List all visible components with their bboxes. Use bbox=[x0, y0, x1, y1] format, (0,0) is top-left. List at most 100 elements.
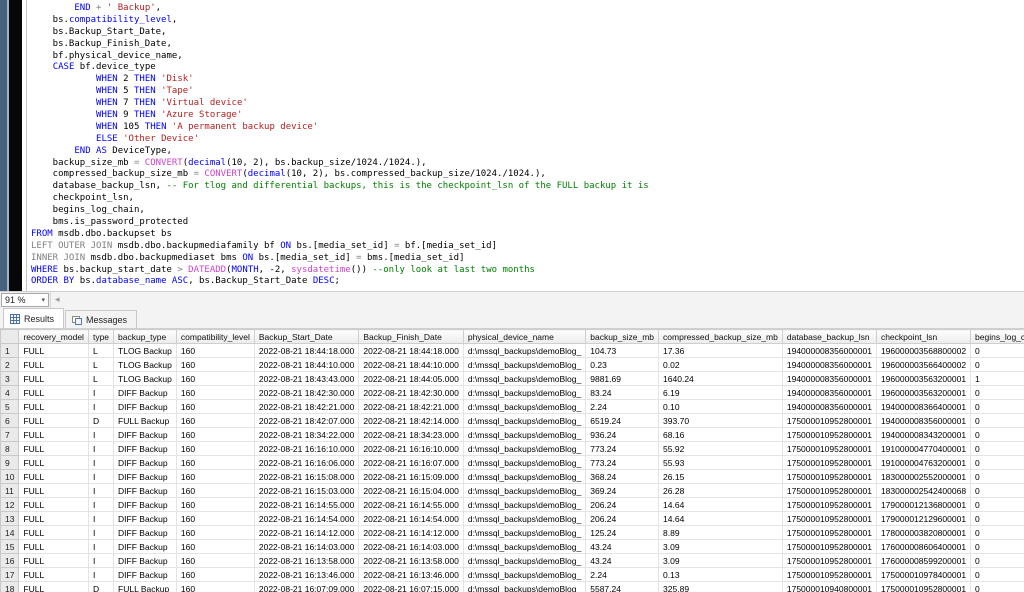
grid-cell[interactable]: 0 bbox=[971, 498, 1024, 512]
grid-cell[interactable]: 2022-08-21 16:14:03.000 bbox=[359, 540, 463, 554]
grid-cell[interactable]: 104.73 bbox=[586, 344, 659, 358]
grid-cell[interactable]: 206.24 bbox=[586, 498, 659, 512]
column-header-database_backup_lsn[interactable]: database_backup_lsn bbox=[782, 330, 876, 344]
grid-cell[interactable]: d:\mssql_backups\demoBlog_ bbox=[463, 414, 585, 428]
tab-results[interactable]: Results bbox=[3, 308, 64, 328]
grid-cell[interactable]: TLOG Backup bbox=[114, 372, 177, 386]
grid-cell[interactable]: 196000003566400002 bbox=[876, 358, 970, 372]
grid-cell[interactable]: d:\mssql_backups\demoBlog_ bbox=[463, 386, 585, 400]
column-header-compressed_backup_size_mb[interactable]: compressed_backup_size_mb bbox=[659, 330, 783, 344]
grid-cell[interactable]: DIFF Backup bbox=[114, 386, 177, 400]
grid-cell[interactable]: 393.70 bbox=[659, 414, 783, 428]
row-number[interactable]: 17 bbox=[1, 568, 19, 582]
grid-cell[interactable]: 26.15 bbox=[659, 470, 783, 484]
grid-cell[interactable]: 0 bbox=[971, 582, 1024, 592]
grid-cell[interactable]: 43.24 bbox=[586, 554, 659, 568]
grid-cell[interactable]: 194000008366400001 bbox=[876, 400, 970, 414]
grid-cell[interactable]: DIFF Backup bbox=[114, 498, 177, 512]
grid-cell[interactable]: FULL bbox=[19, 526, 88, 540]
column-header-backup_size_mb[interactable]: backup_size_mb bbox=[586, 330, 659, 344]
grid-cell[interactable]: 175000010952800001 bbox=[782, 442, 876, 456]
grid-cell[interactable]: 160 bbox=[176, 470, 254, 484]
grid-cell[interactable]: 2022-08-21 18:44:10.000 bbox=[359, 358, 463, 372]
grid-cell[interactable]: 175000010952800001 bbox=[782, 512, 876, 526]
grid-cell[interactable]: 325.89 bbox=[659, 582, 783, 592]
grid-cell[interactable]: DIFF Backup bbox=[114, 442, 177, 456]
grid-cell[interactable]: DIFF Backup bbox=[114, 540, 177, 554]
grid-cell[interactable]: d:\mssql_backups\demoBlog_ bbox=[463, 442, 585, 456]
grid-cell[interactable]: FULL Backup bbox=[114, 414, 177, 428]
grid-cell[interactable]: 175000010952800001 bbox=[782, 554, 876, 568]
grid-cell[interactable]: L bbox=[88, 372, 113, 386]
grid-cell[interactable]: I bbox=[88, 498, 113, 512]
row-number[interactable]: 14 bbox=[1, 526, 19, 540]
grid-cell[interactable]: 160 bbox=[176, 568, 254, 582]
grid-cell[interactable]: 0.23 bbox=[586, 358, 659, 372]
grid-cell[interactable]: 2022-08-21 16:07:15.000 bbox=[359, 582, 463, 592]
grid-cell[interactable]: 191000004770400001 bbox=[876, 442, 970, 456]
grid-cell[interactable]: FULL bbox=[19, 442, 88, 456]
grid-cell[interactable]: 2022-08-21 18:42:14.000 bbox=[359, 414, 463, 428]
column-header-begins_log_chain[interactable]: begins_log_chain bbox=[971, 330, 1024, 344]
grid-cell[interactable]: d:\mssql_backups\demoBlog_ bbox=[463, 498, 585, 512]
grid-cell[interactable]: 2022-08-21 16:15:04.000 bbox=[359, 484, 463, 498]
grid-cell[interactable]: 160 bbox=[176, 372, 254, 386]
grid-cell[interactable]: 2022-08-21 16:14:55.000 bbox=[254, 498, 358, 512]
grid-cell[interactable]: TLOG Backup bbox=[114, 358, 177, 372]
grid-cell[interactable]: FULL bbox=[19, 414, 88, 428]
grid-cell[interactable]: 0 bbox=[971, 400, 1024, 414]
grid-cell[interactable]: d:\mssql_backups\demoBlog_ bbox=[463, 470, 585, 484]
grid-cell[interactable]: 2022-08-21 16:14:12.000 bbox=[359, 526, 463, 540]
grid-cell[interactable]: 160 bbox=[176, 414, 254, 428]
grid-cell[interactable]: FULL bbox=[19, 512, 88, 526]
grid-cell[interactable]: 6.19 bbox=[659, 386, 783, 400]
row-number[interactable]: 9 bbox=[1, 456, 19, 470]
grid-cell[interactable]: DIFF Backup bbox=[114, 526, 177, 540]
grid-cell[interactable]: FULL Backup bbox=[114, 582, 177, 592]
query-editor-pane[interactable]: END + ' Backup', bs.compatibility_level,… bbox=[0, 0, 1024, 291]
grid-cell[interactable]: FULL bbox=[19, 498, 88, 512]
grid-cell[interactable]: I bbox=[88, 526, 113, 540]
grid-cell[interactable]: D bbox=[88, 582, 113, 592]
grid-cell[interactable]: 206.24 bbox=[586, 512, 659, 526]
grid-cell[interactable]: 176000008599200001 bbox=[876, 554, 970, 568]
grid-cell[interactable]: d:\mssql_backups\demoBlog_ bbox=[463, 554, 585, 568]
grid-cell[interactable]: DIFF Backup bbox=[114, 470, 177, 484]
grid-cell[interactable]: 160 bbox=[176, 344, 254, 358]
grid-cell[interactable]: 175000010952800001 bbox=[782, 498, 876, 512]
grid-cell[interactable]: 160 bbox=[176, 540, 254, 554]
grid-cell[interactable]: TLOG Backup bbox=[114, 344, 177, 358]
grid-cell[interactable]: d:\mssql_backups\demoBlog_ bbox=[463, 484, 585, 498]
grid-cell[interactable]: 175000010952800001 bbox=[782, 428, 876, 442]
grid-cell[interactable]: DIFF Backup bbox=[114, 484, 177, 498]
grid-cell[interactable]: 160 bbox=[176, 428, 254, 442]
grid-cell[interactable]: 3.09 bbox=[659, 540, 783, 554]
grid-cell[interactable]: 194000008356000001 bbox=[782, 358, 876, 372]
grid-cell[interactable]: 2022-08-21 16:16:10.000 bbox=[359, 442, 463, 456]
grid-cell[interactable]: DIFF Backup bbox=[114, 428, 177, 442]
grid-cell[interactable]: 17.36 bbox=[659, 344, 783, 358]
grid-cell[interactable]: FULL bbox=[19, 540, 88, 554]
grid-cell[interactable]: 773.24 bbox=[586, 456, 659, 470]
grid-cell[interactable]: I bbox=[88, 470, 113, 484]
editor-zoom-select[interactable]: 91 % ▾ bbox=[1, 293, 49, 307]
grid-cell[interactable]: FULL bbox=[19, 470, 88, 484]
row-number[interactable]: 7 bbox=[1, 428, 19, 442]
grid-cell[interactable]: 0 bbox=[971, 414, 1024, 428]
grid-cell[interactable]: 43.24 bbox=[586, 540, 659, 554]
row-number[interactable]: 5 bbox=[1, 400, 19, 414]
grid-cell[interactable]: 175000010952800001 bbox=[782, 470, 876, 484]
grid-cell[interactable]: 175000010952800001 bbox=[782, 456, 876, 470]
grid-cell[interactable]: d:\mssql_backups\demoBlog_ bbox=[463, 582, 585, 592]
grid-cell[interactable]: I bbox=[88, 484, 113, 498]
grid-cell[interactable]: 2022-08-21 18:44:05.000 bbox=[359, 372, 463, 386]
grid-cell[interactable]: 2.24 bbox=[586, 568, 659, 582]
grid-cell[interactable]: 2022-08-21 16:15:08.000 bbox=[254, 470, 358, 484]
grid-cell[interactable]: 160 bbox=[176, 526, 254, 540]
grid-cell[interactable]: D bbox=[88, 414, 113, 428]
grid-cell[interactable]: 125.24 bbox=[586, 526, 659, 540]
grid-cell[interactable]: I bbox=[88, 442, 113, 456]
grid-cell[interactable]: FULL bbox=[19, 400, 88, 414]
grid-cell[interactable]: L bbox=[88, 358, 113, 372]
grid-cell[interactable]: 179000012136800001 bbox=[876, 498, 970, 512]
